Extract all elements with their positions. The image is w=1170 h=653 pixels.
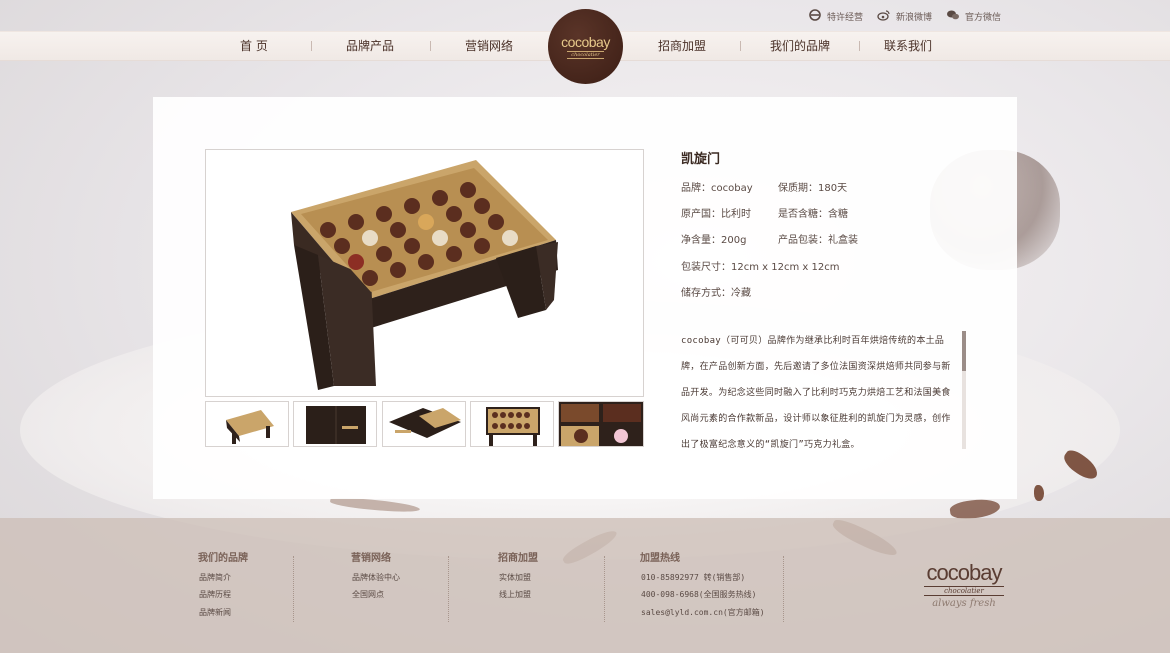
footer-logo-tagline: always fresh [932, 598, 996, 609]
footer-logo-subtitle: chocolatier [924, 586, 1004, 596]
thumbnail-open-box[interactable] [205, 401, 289, 447]
wechat-link[interactable]: 官方微信 [946, 8, 1001, 25]
thumbnail-closeup[interactable] [558, 401, 644, 447]
footer-hotline-phone: 010-85892977 转(销售部) [641, 573, 746, 582]
footer-heading-marketing: 营销网络 [351, 553, 391, 564]
brand-logo-name: cocobay [561, 34, 610, 50]
thumbnail-sliding-box[interactable] [382, 401, 466, 447]
footer-separator [293, 556, 294, 622]
spec-origin: 原产国：比利时 [681, 209, 751, 220]
nav-marketing-network[interactable]: 营销网络 [465, 31, 513, 61]
tray-box-thumb-image [486, 407, 540, 446]
nav-separator [859, 41, 860, 51]
wechat-icon [946, 8, 960, 25]
chocolate-box-illustration [291, 160, 558, 390]
spec-shelf-life: 保质期：180天 [778, 183, 848, 194]
nav-separator [311, 41, 312, 51]
nav-home[interactable]: 首 页 [240, 31, 268, 61]
description-scrollbar-thumb[interactable] [962, 331, 966, 371]
footer-heading-franchise: 招商加盟 [498, 553, 538, 564]
chocolate-shaving [1034, 485, 1044, 501]
footer-logo: cocobay chocolatier always fresh [918, 560, 1010, 609]
nav-our-brand[interactable]: 我们的品牌 [770, 31, 830, 61]
thumbnail-tray-box[interactable] [470, 401, 554, 447]
footer-logo-name: cocobay [926, 560, 1003, 585]
footer-link-brand-history[interactable]: 品牌历程 [199, 589, 231, 600]
sliding-box-thumb-image [389, 408, 461, 438]
product-main-image[interactable] [205, 149, 644, 397]
open-box-thumb-image [226, 410, 274, 444]
footer-link-experience-center[interactable]: 品牌体验中心 [352, 572, 400, 583]
ie-icon [808, 8, 822, 25]
brand-logo[interactable]: cocobay chocolatier [548, 9, 623, 84]
wechat-link-label: 官方微信 [965, 13, 1002, 23]
spec-brand: 品牌：cocobay [681, 183, 753, 194]
product-description: cocobay（可可贝）品牌作为继承比利时百年烘焙传统的本土品牌，在产品创新方面… [681, 336, 951, 450]
footer-hotline-service: 400-098-6968(全国服务热线) [641, 590, 757, 599]
product-title: 凯旋门 [681, 152, 721, 167]
nav-products[interactable]: 品牌产品 [346, 31, 394, 61]
brand-logo-subtitle: chocolatier [567, 51, 604, 59]
nav-separator [740, 41, 741, 51]
closeup-thumb-image [559, 402, 643, 446]
franchise-link[interactable]: 特许经营 [808, 8, 863, 25]
nav-franchise[interactable]: 招商加盟 [658, 31, 706, 61]
footer-link-brand-news[interactable]: 品牌新闻 [199, 607, 231, 618]
spec-packaging: 产品包装：礼盒装 [778, 235, 858, 246]
footer-link-brand-intro[interactable]: 品牌简介 [199, 572, 231, 583]
spec-size: 包装尺寸：12cm x 12cm x 12cm [681, 262, 840, 273]
footer-link-physical-franchise[interactable]: 实体加盟 [499, 572, 531, 583]
footer-link-online-franchise[interactable]: 线上加盟 [499, 589, 531, 600]
footer-heading-hotline: 加盟热线 [640, 553, 680, 564]
weibo-link-label: 新浪微博 [896, 13, 933, 23]
footer-separator [783, 556, 784, 622]
footer-heading-brand: 我们的品牌 [198, 553, 248, 564]
description-scrollbar[interactable] [962, 331, 966, 449]
spec-storage: 储存方式：冷藏 [681, 288, 751, 299]
footer-email-link[interactable]: sales@lyld.com.cn(官方邮箱) [641, 607, 765, 618]
footer-separator [448, 556, 449, 622]
closed-box-thumb-image [306, 406, 366, 444]
thumbnail-closed-box[interactable] [293, 401, 377, 447]
spec-sugar: 是否含糖：含糖 [778, 209, 848, 220]
nav-contact[interactable]: 联系我们 [884, 31, 932, 61]
footer-link-national-stores[interactable]: 全国网点 [352, 589, 384, 600]
franchise-link-label: 特许经营 [827, 13, 864, 23]
top-links: 特许经营 新浪微博 官方微信 [808, 8, 1001, 25]
nav-separator [430, 41, 431, 51]
weibo-icon [877, 8, 891, 25]
weibo-link[interactable]: 新浪微博 [877, 8, 932, 25]
footer-separator [604, 556, 605, 622]
spec-weight: 净含量：200g [681, 235, 747, 246]
